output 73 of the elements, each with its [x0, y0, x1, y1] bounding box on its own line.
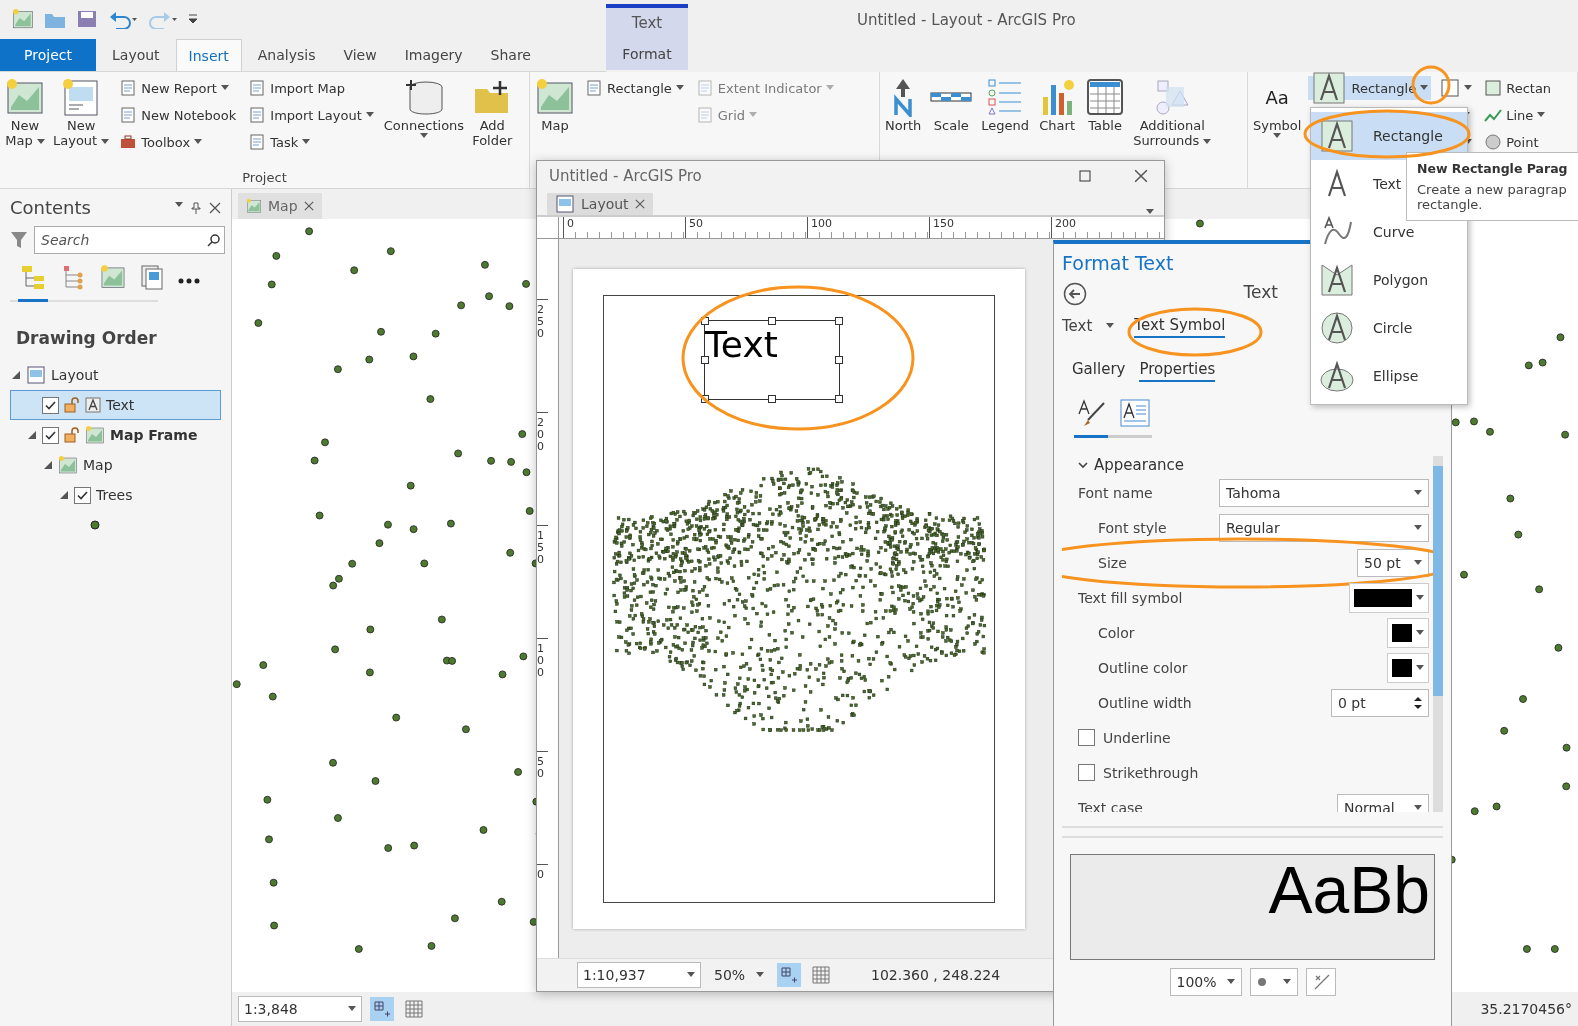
menu-item[interactable]: Circle: [1311, 304, 1467, 352]
tree-item[interactable]: Trees: [10, 480, 221, 510]
property-label: Size: [1098, 554, 1128, 571]
search-field[interactable]: Search: [34, 226, 225, 254]
ribbon-button[interactable]: Aa Symbol: [1252, 76, 1303, 139]
pane-heading: Text: [1243, 282, 1278, 304]
ribbon-button[interactable]: Chart: [1036, 76, 1079, 133]
ribbon-tab[interactable]: Insert: [175, 39, 242, 71]
tooltip-title: New Rectangle Parag: [1417, 161, 1568, 176]
property-label: Text case: [1078, 799, 1144, 812]
ribbon-button[interactable]: Scale: [928, 76, 975, 133]
contextual-tab-group: Text: [606, 4, 688, 38]
pane-tab[interactable]: Properties: [1139, 358, 1216, 382]
ribbon-tab[interactable]: Format: [606, 38, 688, 70]
window-title: Untitled - ArcGIS Pro: [549, 167, 703, 185]
ribbon-tab[interactable]: Layout: [100, 39, 172, 71]
ribbon-button[interactable]: Task: [245, 130, 377, 154]
ribbon-button[interactable]: Toolbox: [116, 130, 240, 154]
menu-item[interactable]: Polygon: [1311, 256, 1467, 304]
tree-item[interactable]: Text: [10, 390, 221, 420]
map-frame[interactable]: Text: [603, 295, 995, 903]
ribbon-button[interactable]: Map: [534, 76, 576, 133]
property-label: Font name: [1078, 484, 1154, 501]
ribbon-button[interactable]: New Notebook: [116, 103, 240, 127]
symbol-preview: AaBb: [1070, 854, 1435, 960]
horizontal-ruler: 0 50 100 150 200: [559, 217, 1164, 239]
tree-item[interactable]: Map: [10, 450, 221, 480]
dropdown-field[interactable]: Regular: [1219, 513, 1429, 542]
ribbon-button[interactable]: Import Map: [245, 76, 377, 100]
ribbon-button[interactable]: Rectan: [1481, 76, 1555, 100]
ribbon-tab[interactable]: View: [331, 39, 389, 71]
ribbon-tab[interactable]: Share: [478, 39, 543, 71]
vertical-ruler: 250 200 150 100 50 0: [537, 239, 559, 958]
pane-tab[interactable]: Gallery: [1072, 358, 1126, 382]
tree-item[interactable]: Layout: [10, 360, 221, 390]
ribbon-button[interactable]: New Report: [116, 76, 240, 100]
ribbon-tab[interactable]: Imagery: [392, 39, 475, 71]
ribbon-button[interactable]: Add Folder: [471, 76, 514, 148]
ribbon-button[interactable]: Line: [1481, 103, 1555, 127]
group-label: Project: [241, 170, 288, 187]
zoom-dropdown[interactable]: 100%: [1169, 968, 1242, 996]
scale-field[interactable]: 1:3,848: [238, 996, 362, 1022]
coordinates-readout: 35.2170456°: [1480, 1001, 1572, 1017]
ribbon-button[interactable]: New Layout: [52, 76, 111, 148]
tree-item[interactable]: Map Frame: [10, 420, 221, 450]
map-tab[interactable]: Map: [238, 193, 322, 219]
ribbon-button[interactable]: Point: [1481, 130, 1555, 154]
zoom-field[interactable]: 50%: [709, 963, 769, 987]
dropdown-field[interactable]: Tahoma: [1219, 478, 1429, 507]
ribbon-button[interactable]: Connections: [382, 76, 466, 139]
dropdown-field[interactable]: 50 pt: [1357, 548, 1429, 577]
ribbon-button[interactable]: North: [884, 76, 923, 133]
window-title: Untitled - Layout - ArcGIS Pro: [857, 11, 1076, 29]
scale-field[interactable]: 1:10,937: [577, 962, 701, 988]
coordinates-readout: 102.360 , 248.224: [871, 967, 1001, 983]
section-heading: Drawing Order: [15, 327, 158, 350]
ribbon-button[interactable]: Additional Surrounds: [1132, 76, 1213, 148]
ribbon-tab[interactable]: Analysis: [245, 39, 328, 71]
text-element[interactable]: Text: [704, 320, 840, 400]
spinner-field[interactable]: 0 pt: [1331, 688, 1429, 717]
ribbon-button[interactable]: New Map: [4, 76, 46, 148]
pane-title: Contents: [10, 197, 91, 218]
ribbon-button[interactable]: Import Layout: [245, 103, 377, 127]
dropdown-field[interactable]: Normal: [1337, 793, 1429, 812]
ribbon-button[interactable]: Legend: [980, 76, 1031, 133]
layout-tab[interactable]: Layout: [547, 193, 653, 215]
tooltip-text: Create a new paragrap rectangle.: [1417, 182, 1568, 212]
menu-item[interactable]: Ellipse: [1311, 352, 1467, 400]
ribbon-button[interactable]: Rectangle: [582, 76, 687, 100]
property-label: Color: [1098, 624, 1136, 641]
ribbon-tab[interactable]: Project: [0, 39, 96, 71]
ribbon-button[interactable]: Table: [1084, 76, 1127, 133]
element-dropdown[interactable]: Text: [1062, 317, 1115, 335]
